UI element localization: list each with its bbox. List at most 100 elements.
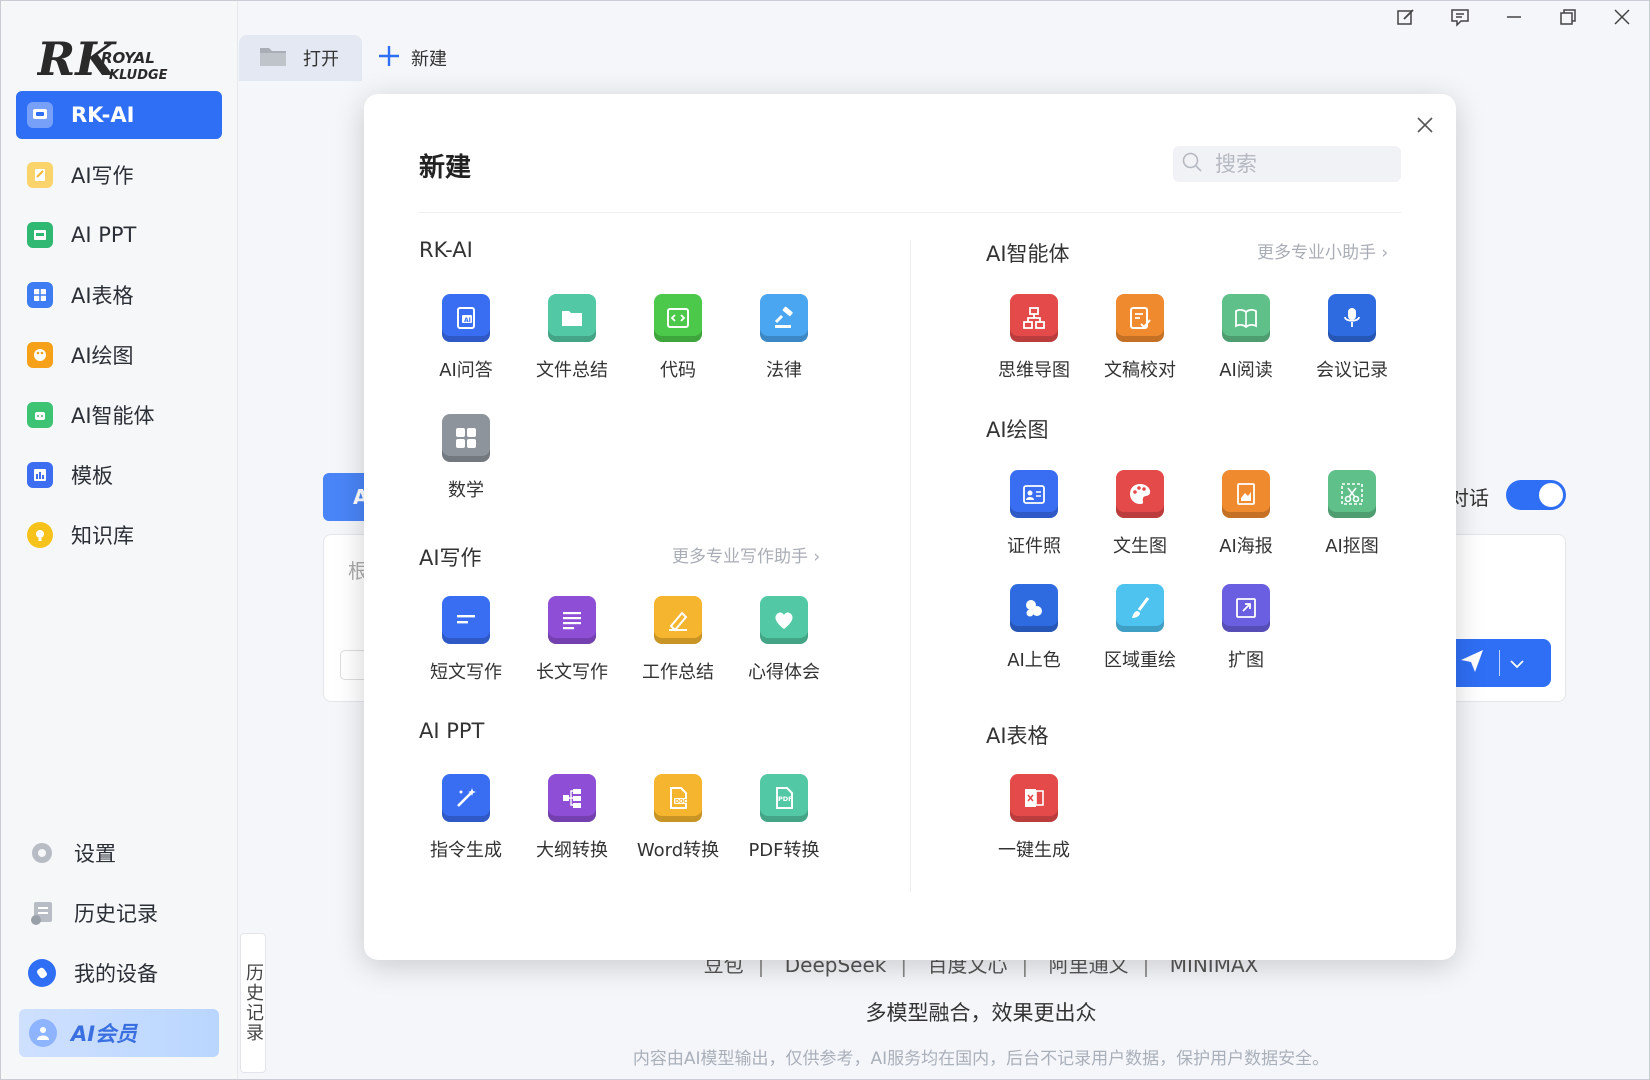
tool-proofread[interactable]: 文稿校对 [1092, 294, 1188, 382]
svg-text:PDF: PDF [778, 795, 793, 803]
close-window-button[interactable] [1595, 1, 1649, 37]
scissors-icon [1328, 470, 1376, 518]
sidebar-item-knowledge[interactable]: 知识库 [16, 511, 222, 559]
tool-text-to-image[interactable]: 文生图 [1092, 470, 1188, 558]
book-icon [1222, 294, 1270, 342]
window-controls [1379, 1, 1649, 37]
restore-icon [1559, 8, 1577, 30]
restore-button[interactable] [1541, 1, 1595, 37]
tool-outline-convert[interactable]: 大纲转换 [524, 774, 620, 862]
robot-icon [27, 402, 53, 428]
outline-icon [548, 774, 596, 822]
tool-file-summary[interactable]: 文件总结 [524, 294, 620, 382]
minimize-button[interactable] [1487, 1, 1541, 37]
template-icon [27, 462, 53, 488]
tool-label: AI阅读 [1219, 360, 1273, 381]
pen-icon [27, 162, 53, 188]
tab-new[interactable]: 新建 [377, 39, 447, 77]
search-box[interactable] [1173, 146, 1401, 182]
tool-ai-cutout[interactable]: AI抠图 [1304, 470, 1400, 558]
tool-work-summary[interactable]: 工作总结 [630, 596, 726, 684]
palette-icon [27, 342, 53, 368]
color-drop-icon [1010, 584, 1058, 632]
disclaimer: 内容由AI模型输出，仅供参考，AI服务均在国内，后台不记录用户数据，保护用户数据… [632, 1049, 1330, 1069]
tool-label: 文件总结 [536, 360, 608, 381]
tool-word-convert[interactable]: DOC Word转换 [630, 774, 726, 862]
bulb-icon [27, 522, 53, 548]
search-input[interactable] [1215, 152, 1395, 176]
tab-new-label: 新建 [411, 49, 447, 70]
history-side-tab[interactable]: 历史记录 [240, 933, 266, 1073]
sidebar-item-label: 历史记录 [74, 902, 158, 926]
sidebar: RK ROYAL KLUDGE RK-AI AI写作 AI PPT AI表格 A… [1, 1, 238, 1079]
tool-label: 指令生成 [430, 840, 502, 861]
sidebar-item-rk-ai[interactable]: RK-AI [16, 91, 222, 139]
send-icon [1459, 648, 1485, 678]
feedback-button[interactable] [1433, 1, 1487, 37]
expand-icon [1222, 584, 1270, 632]
tool-label: AI海报 [1219, 536, 1273, 557]
tool-label: 区域重绘 [1104, 650, 1176, 671]
chat-toggle[interactable] [1506, 480, 1566, 510]
close-icon [1416, 116, 1434, 138]
brush-icon [1116, 584, 1164, 632]
tool-label: AI上色 [1007, 650, 1061, 671]
tool-meeting-notes[interactable]: 会议记录 [1304, 294, 1400, 382]
tool-ai-qa[interactable]: AI AI问答 [418, 294, 514, 382]
sidebar-item-ai-agent[interactable]: AI智能体 [16, 391, 222, 439]
history-icon [28, 899, 56, 927]
poster-icon [1222, 470, 1270, 518]
sidebar-item-history[interactable]: 历史记录 [16, 889, 222, 937]
palette-icon [1116, 470, 1164, 518]
proofread-icon [1116, 294, 1164, 342]
svg-text:ROYAL: ROYAL [101, 49, 155, 67]
tool-short-writing[interactable]: 短文写作 [418, 596, 514, 684]
more-agents-link[interactable]: 更多专业小助手 › [1257, 238, 1388, 263]
sidebar-item-ai-table[interactable]: AI表格 [16, 271, 222, 319]
tool-ai-poster[interactable]: AI海报 [1198, 470, 1294, 558]
tool-expand-image[interactable]: 扩图 [1198, 584, 1294, 672]
close-icon [1613, 8, 1631, 30]
sidebar-item-ai-writing[interactable]: AI写作 [16, 151, 222, 199]
dialog-title: 新建 [419, 153, 472, 183]
minimize-icon [1505, 8, 1523, 30]
tool-math[interactable]: 数学 [418, 414, 514, 502]
tool-long-writing[interactable]: 长文写作 [524, 596, 620, 684]
gear-icon [28, 839, 56, 867]
tool-id-photo[interactable]: 证件照 [986, 470, 1082, 558]
tool-ai-reading[interactable]: AI阅读 [1198, 294, 1294, 382]
long-text-icon [548, 596, 596, 644]
tool-law[interactable]: 法律 [736, 294, 832, 382]
tab-open[interactable]: 打开 [239, 35, 362, 81]
folder-icon [548, 294, 596, 342]
sidebar-item-templates[interactable]: 模板 [16, 451, 222, 499]
tool-pdf-convert[interactable]: PDF PDF转换 [736, 774, 832, 862]
dialog-close-button[interactable] [1410, 112, 1440, 142]
sidebar-item-ai-drawing[interactable]: AI绘图 [16, 331, 222, 379]
sheet-gen-icon [1010, 774, 1058, 822]
tool-ai-coloring[interactable]: AI上色 [986, 584, 1082, 672]
more-writing-link[interactable]: 更多专业写作助手 › [672, 542, 820, 567]
tool-code[interactable]: 代码 [630, 294, 726, 382]
tool-label: Word转换 [636, 840, 720, 861]
sidebar-item-label: AI写作 [71, 164, 134, 188]
send-button[interactable] [1445, 639, 1551, 687]
id-photo-icon [1010, 470, 1058, 518]
ppt-icon [27, 222, 53, 248]
edit-button[interactable] [1379, 1, 1433, 37]
svg-text:AI: AI [464, 317, 471, 324]
vip-button[interactable]: AI会员 [19, 1009, 219, 1057]
sidebar-item-settings[interactable]: 设置 [16, 829, 222, 877]
chevron-down-icon[interactable] [1510, 654, 1524, 673]
tool-instruction-gen[interactable]: 指令生成 [418, 774, 514, 862]
tool-one-click-generate[interactable]: 一键生成 [986, 774, 1082, 862]
sidebar-item-devices[interactable]: 我的设备 [16, 949, 222, 997]
tool-area-redraw[interactable]: 区域重绘 [1092, 584, 1188, 672]
gavel-icon [760, 294, 808, 342]
logo: RK ROYAL KLUDGE [35, 27, 187, 89]
tool-mindmap[interactable]: 思维导图 [986, 294, 1082, 382]
sidebar-item-ai-ppt[interactable]: AI PPT [16, 211, 222, 259]
dialog-divider [419, 212, 1401, 213]
tool-reflection[interactable]: 心得体会 [736, 596, 832, 684]
tool-label: 文生图 [1113, 536, 1167, 557]
